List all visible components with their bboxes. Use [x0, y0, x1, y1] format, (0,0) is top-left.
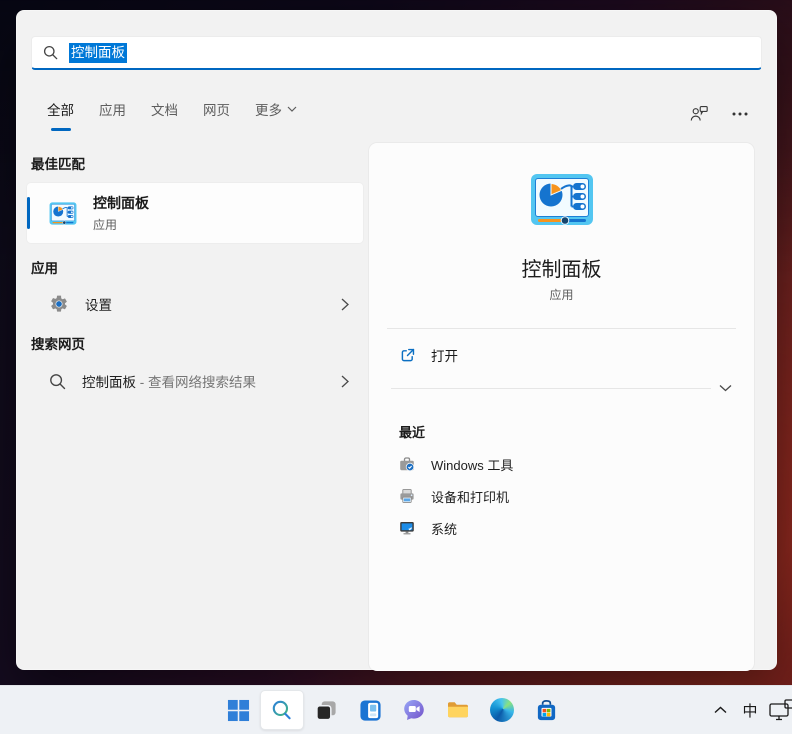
control-panel-icon: [530, 173, 594, 226]
taskbar: 中: [0, 685, 792, 734]
monitor-tray-icon: [769, 699, 792, 721]
chat-button[interactable]: [392, 690, 436, 730]
tab-more[interactable]: 更多: [255, 99, 297, 132]
store-icon: [535, 699, 558, 722]
ime-indicator[interactable]: 中: [738, 690, 762, 730]
edge-button[interactable]: [480, 690, 524, 730]
tab-all[interactable]: 全部: [47, 99, 74, 132]
show-hidden-icons-button[interactable]: [706, 690, 734, 730]
app-result-label: 设置: [85, 294, 341, 314]
preview-app-type: 应用: [369, 286, 754, 303]
tab-apps[interactable]: 应用: [99, 99, 126, 132]
file-explorer-button[interactable]: [436, 690, 480, 730]
widgets-button[interactable]: [348, 690, 392, 730]
best-match-title: 控制面板: [93, 193, 149, 213]
windows-tools-icon: [399, 456, 415, 472]
tab-documents[interactable]: 文档: [151, 99, 178, 132]
open-action-label: 打开: [431, 345, 458, 365]
more-options-icon[interactable]: [732, 112, 748, 116]
search-icon: [49, 373, 66, 390]
devices-printers-icon: [399, 488, 415, 504]
divider: [391, 388, 711, 389]
recent-item-devices-printers[interactable]: 设备和打印机: [399, 485, 509, 507]
recent-item-label: 系统: [431, 519, 457, 538]
feedback-account-icon[interactable]: [690, 105, 708, 122]
collapse-actions-button[interactable]: [715, 380, 735, 396]
taskbar-app-buttons: [216, 690, 568, 730]
search-icon: [43, 45, 58, 60]
settings-gear-icon: [49, 294, 69, 314]
result-preview-pane: 控制面板 应用 打开 最近: [369, 143, 754, 671]
search-filter-tabs: 全部 应用 文档 网页 更多: [47, 99, 297, 132]
recent-header: 最近: [399, 422, 425, 441]
open-external-icon: [399, 347, 416, 364]
search-icon: [271, 699, 293, 721]
best-match-result-control-panel[interactable]: 控制面板 应用: [27, 183, 363, 243]
best-match-subtitle: 应用: [93, 216, 149, 233]
search-input[interactable]: 控制面板: [31, 36, 762, 70]
widgets-icon: [359, 699, 382, 722]
control-panel-icon: [49, 202, 77, 225]
web-search-query: 控制面板: [82, 375, 136, 390]
chat-icon: [402, 698, 426, 722]
open-action[interactable]: 打开: [399, 344, 458, 366]
recent-item-system[interactable]: 系统: [399, 517, 457, 539]
edge-icon: [490, 698, 514, 722]
best-match-header: 最佳匹配: [31, 153, 85, 173]
preview-app-title: 控制面板: [369, 253, 754, 282]
recent-item-label: 设备和打印机: [431, 487, 509, 506]
web-search-result[interactable]: 控制面板 - 查看网络搜索结果: [27, 363, 363, 399]
chevron-up-icon: [714, 706, 727, 714]
divider: [387, 328, 736, 329]
search-header-actions: [690, 105, 748, 122]
desktop: { "search_box": { "query": "控制面板" }, "ta…: [0, 0, 792, 734]
task-view-icon: [315, 699, 338, 722]
chevron-right-icon[interactable]: [341, 375, 349, 388]
web-search-section-header: 搜索网页: [31, 333, 85, 353]
apps-section-header: 应用: [31, 257, 58, 277]
system-monitor-icon: [399, 520, 415, 536]
folder-icon: [446, 698, 470, 722]
recent-item-label: Windows 工具: [431, 455, 513, 474]
task-view-button[interactable]: [304, 690, 348, 730]
recent-item-windows-tools[interactable]: Windows 工具: [399, 453, 513, 475]
search-flyout-panel: 控制面板 全部 应用 文档 网页 更多 最佳匹配: [16, 10, 777, 670]
display-tray-button[interactable]: [768, 690, 792, 730]
search-query-selected-text[interactable]: 控制面板: [69, 43, 127, 63]
chevron-right-icon[interactable]: [341, 298, 349, 311]
search-taskbar-button[interactable]: [260, 690, 304, 730]
start-button[interactable]: [216, 690, 260, 730]
store-button[interactable]: [524, 690, 568, 730]
tab-web[interactable]: 网页: [203, 99, 230, 132]
chevron-down-icon: [287, 106, 297, 112]
windows-logo-icon: [227, 699, 250, 722]
app-result-settings[interactable]: 设置: [27, 286, 363, 322]
web-search-hint: - 查看网络搜索结果: [140, 375, 256, 390]
